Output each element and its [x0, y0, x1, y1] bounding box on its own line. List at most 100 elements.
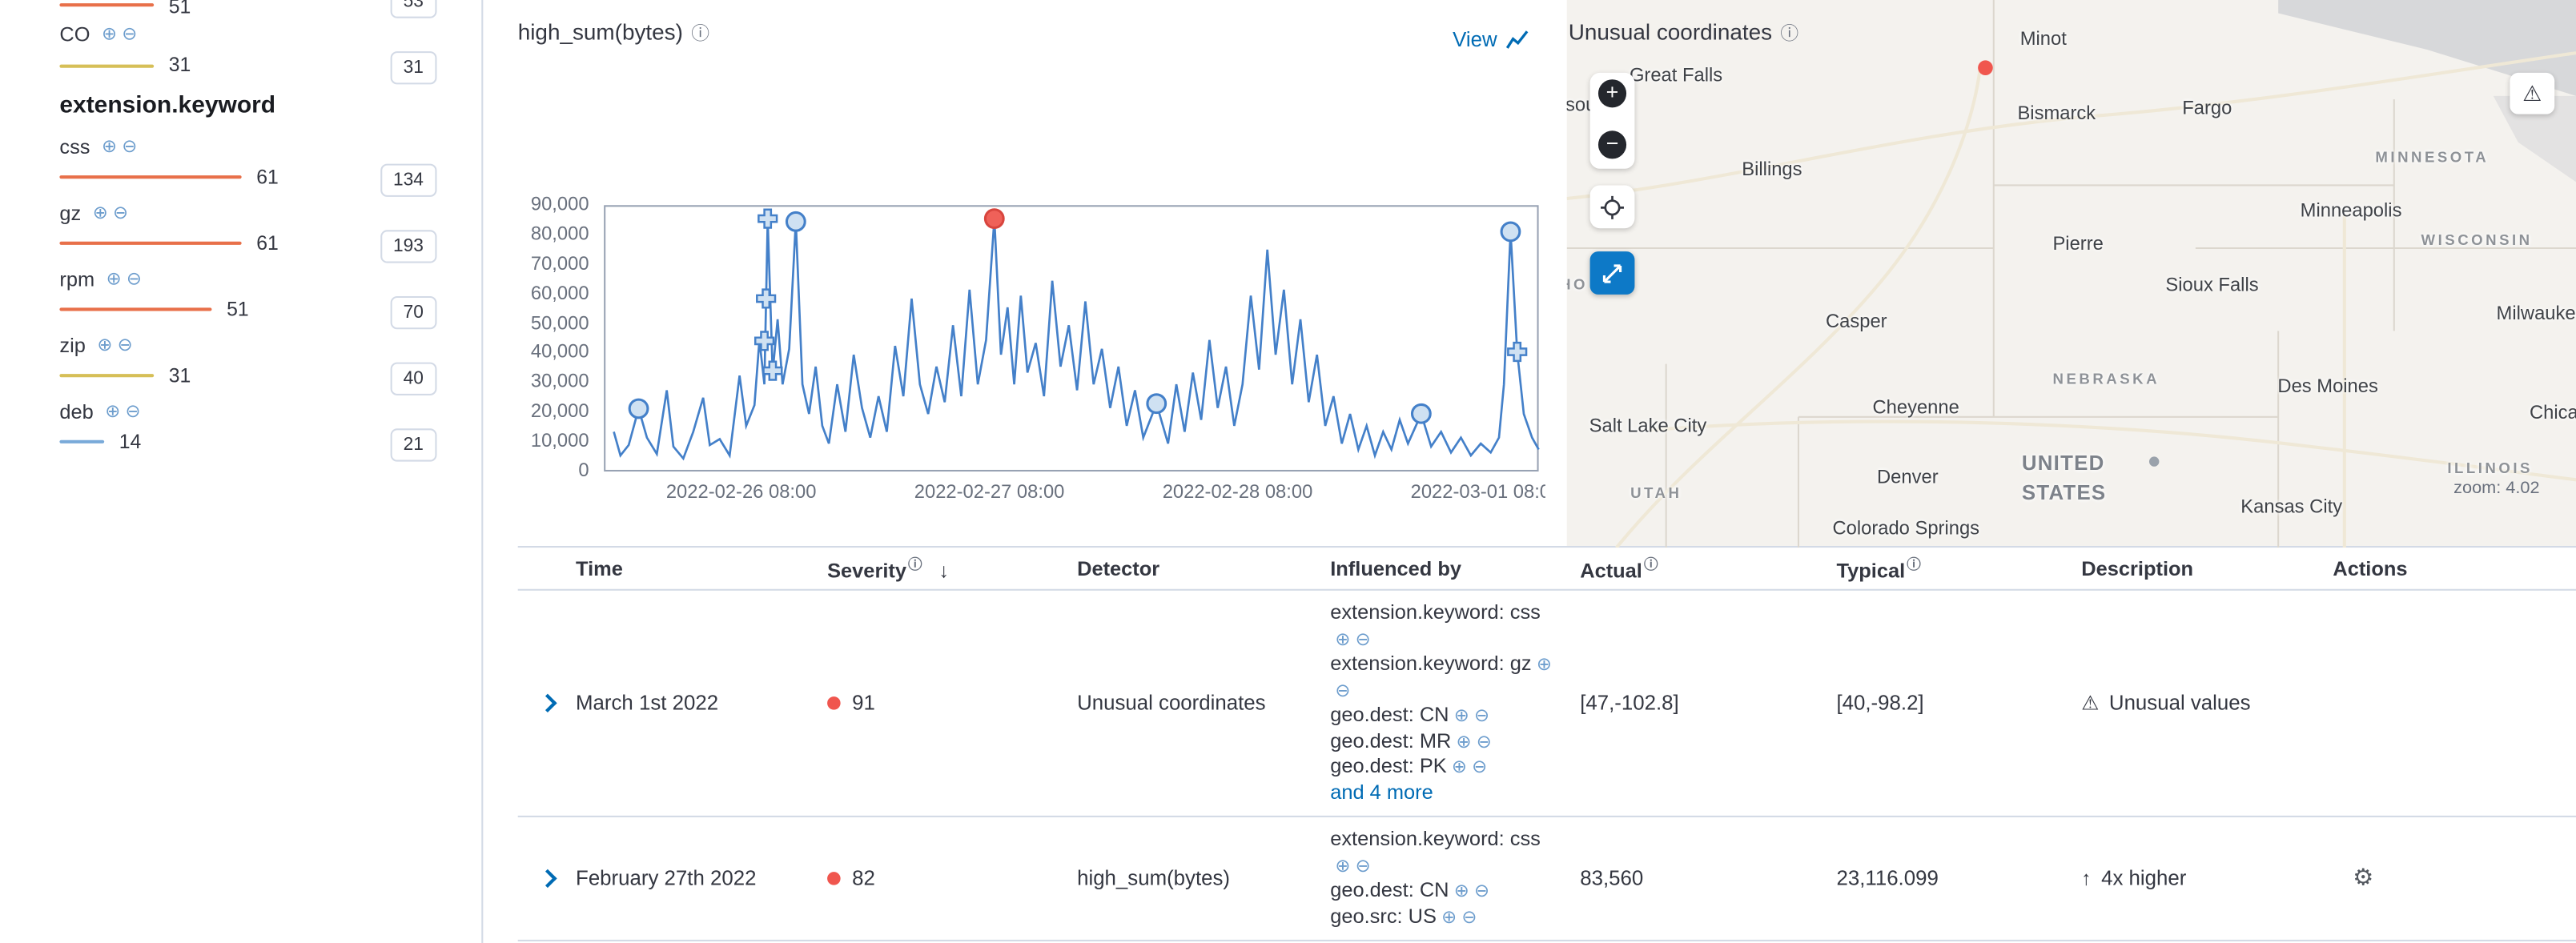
- filter-minus-icon[interactable]: ⊖: [127, 271, 142, 289]
- multi-bucket-marker[interactable]: [758, 210, 777, 228]
- filter-minus-icon[interactable]: ⊖: [122, 138, 137, 157]
- line-chart-icon: [1505, 30, 1529, 50]
- filter-plus-icon[interactable]: ⊕: [1457, 732, 1472, 752]
- filter-minus-icon[interactable]: ⊖: [1474, 706, 1489, 726]
- filter-minus-icon[interactable]: ⊖: [1461, 908, 1477, 928]
- column-header-time: Time: [569, 556, 821, 580]
- unusual-coordinates-map[interactable]: Unusual coordinatesⓘ + − ⚠ zoom: 4.02 Mi…: [1567, 0, 2576, 548]
- filter-plus-icon[interactable]: ⊕: [1454, 706, 1469, 726]
- filter-minus-icon[interactable]: ⊖: [1474, 882, 1489, 902]
- and-n-more-link[interactable]: and 4 more: [1330, 780, 1433, 803]
- map-label-state: WISCONSIN: [2421, 231, 2533, 248]
- map-label-city: Billings: [1742, 160, 1802, 180]
- expand-row-button[interactable]: [537, 694, 556, 712]
- anomaly-row: March 1st 202291Unusual coordinatesexten…: [518, 591, 2576, 817]
- map-label-city: Minneapolis: [2301, 202, 2402, 222]
- view-chart-link[interactable]: View: [1453, 28, 1529, 51]
- anomaly-marker[interactable]: [629, 399, 648, 418]
- info-icon[interactable]: ⓘ: [691, 25, 709, 45]
- city-dot[interactable]: [2149, 456, 2159, 466]
- influencer-max-score: 31: [169, 364, 191, 387]
- anomaly-marker[interactable]: [1413, 404, 1431, 423]
- map-title-text: Unusual coordinates: [1569, 20, 1772, 45]
- zoom-in-button[interactable]: +: [1598, 79, 1626, 107]
- filter-plus-icon[interactable]: ⊕: [1454, 882, 1469, 902]
- influencer-entry: extension.keyword: css: [1330, 827, 1560, 853]
- column-header-description: Description: [2075, 556, 2326, 580]
- anomaly-map-dot[interactable]: [1978, 60, 1993, 75]
- influencer-max-score: 51: [227, 298, 249, 321]
- critical-marker[interactable]: [985, 210, 1003, 228]
- actions-gear-button[interactable]: ⚙: [2353, 865, 2373, 892]
- x-tick-label: 2022-03-01 08:00: [1411, 483, 1545, 503]
- influencer-bar: [59, 307, 211, 311]
- influencer-label: rpm: [59, 268, 94, 291]
- cell-description: ⚠Unusual values: [2075, 681, 2326, 724]
- influencer-entry: extension.keyword: gz⊕: [1330, 652, 1560, 677]
- multi-bucket-marker[interactable]: [764, 362, 782, 380]
- influencer-bar: [59, 175, 241, 179]
- filter-plus-icon[interactable]: ⊕: [1537, 655, 1552, 675]
- y-tick-label: 90,000: [531, 194, 589, 217]
- info-icon: ⓘ: [1907, 556, 1921, 572]
- filter-plus-icon[interactable]: ⊕: [1335, 629, 1350, 649]
- filter-plus-icon[interactable]: ⊕: [1441, 908, 1457, 928]
- influencer-entry: geo.dest: PK⊕⊖: [1330, 754, 1560, 780]
- multi-bucket-marker[interactable]: [1508, 343, 1526, 361]
- filter-plus-icon[interactable]: ⊕: [105, 403, 120, 421]
- map-label-state: MINNESOTA: [2375, 149, 2489, 166]
- cell-actions: ⚙: [2326, 855, 2576, 901]
- filter-plus-icon[interactable]: ⊕: [106, 271, 122, 289]
- filter-minus-icon[interactable]: ⊖: [1356, 629, 1371, 649]
- severity-dot: [827, 696, 841, 709]
- cell-time: March 1st 2022: [569, 681, 821, 724]
- column-header-severity[interactable]: Severityⓘ↓: [821, 554, 1071, 582]
- filter-minus-icon[interactable]: ⊖: [118, 337, 133, 355]
- anomaly-marker[interactable]: [1147, 395, 1166, 413]
- map-label-state: IDAHO: [1567, 276, 1588, 293]
- map-label-city: Fargo: [2182, 99, 2232, 119]
- map-label-city: Salt Lake City: [1589, 417, 1707, 437]
- column-header-influenced-by: Influenced by: [1324, 556, 1573, 580]
- fit-to-data-button[interactable]: [1590, 251, 1635, 295]
- filter-plus-icon[interactable]: ⊕: [102, 138, 117, 157]
- y-tick-label: 10,000: [531, 431, 589, 454]
- column-header-actual: Actualⓘ: [1573, 554, 1830, 582]
- map-label-city: Colorado Springs: [1832, 520, 1979, 540]
- locate-button[interactable]: [1590, 185, 1635, 228]
- filter-plus-icon[interactable]: ⊕: [93, 204, 108, 223]
- anomaly-explorer-page: 51 53 CO ⊕ ⊖ 31 31 extension.keyword css…: [0, 0, 2576, 943]
- y-tick-label: 0: [578, 460, 589, 484]
- influencer-count-badge: 193: [380, 230, 436, 263]
- column-header-typical: Typicalⓘ: [1830, 554, 2075, 582]
- sort-desc-icon[interactable]: ↓: [938, 560, 949, 583]
- filter-plus-icon[interactable]: ⊕: [97, 337, 112, 355]
- cell-description: ↑4x higher: [2075, 857, 2326, 901]
- anomaly-marker[interactable]: [1501, 223, 1520, 241]
- filter-plus-icon[interactable]: ⊕: [1452, 758, 1467, 778]
- map-warning-button[interactable]: ⚠: [2510, 73, 2554, 114]
- anomaly-marker[interactable]: [786, 212, 805, 231]
- filter-minus-icon[interactable]: ⊖: [1477, 732, 1492, 752]
- influencer-entry: geo.src: US⊕⊖: [1330, 904, 1560, 929]
- cell-actual: [47,-102.8]: [1573, 681, 1830, 724]
- anomaly-chart-plot[interactable]: [604, 205, 1538, 471]
- filter-minus-icon[interactable]: ⊖: [1356, 857, 1371, 877]
- zoom-out-button[interactable]: −: [1598, 130, 1626, 159]
- influencer-label: deb: [59, 400, 93, 423]
- info-icon: ⓘ: [1644, 556, 1658, 572]
- filter-minus-icon[interactable]: ⊖: [1335, 680, 1350, 700]
- metric-line: [614, 219, 1539, 458]
- multi-bucket-marker[interactable]: [757, 290, 775, 308]
- influencer-entry: geo.dest: CN⊕⊖: [1330, 878, 1560, 904]
- info-icon[interactable]: ⓘ: [1780, 25, 1798, 45]
- filter-minus-icon[interactable]: ⊖: [113, 204, 128, 223]
- filter-minus-icon[interactable]: ⊖: [1472, 758, 1487, 778]
- chart-title-text: high_sum(bytes): [518, 20, 683, 45]
- filter-plus-icon[interactable]: ⊕: [1335, 857, 1350, 877]
- y-tick-label: 80,000: [531, 223, 589, 247]
- expand-row-button[interactable]: [537, 869, 556, 888]
- filter-minus-icon[interactable]: ⊖: [126, 403, 141, 421]
- sidebar-items: css⊕⊖61134gz⊕⊖61193rpm⊕⊖5170zip⊕⊖3140deb…: [0, 0, 481, 943]
- x-axis-labels: 2022-02-26 08:002022-02-27 08:002022-02-…: [518, 483, 1545, 509]
